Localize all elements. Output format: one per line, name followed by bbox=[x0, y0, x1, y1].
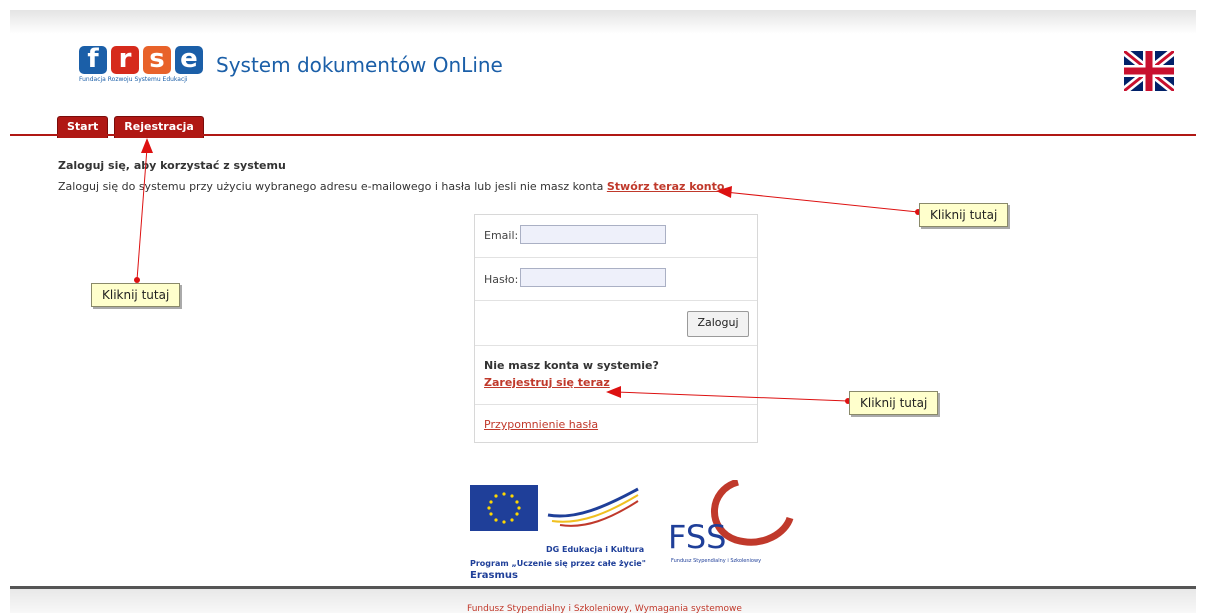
app-title: System dokumentów OnLine bbox=[216, 53, 503, 77]
no-account-text: Nie masz konta w systemie? bbox=[484, 359, 659, 372]
logo-tagline: Fundacja Rozwoju Systemu Edukacji bbox=[79, 76, 188, 83]
tabs-underline bbox=[10, 134, 1196, 136]
intro-text-body: Zaloguj się do systemu przy użyciu wybra… bbox=[58, 180, 607, 193]
eu-flag-icon bbox=[470, 485, 639, 531]
fss-logo: FSS Fundusz Stypendialny i Szkoleniowy bbox=[668, 478, 798, 570]
logo-letter-s: s bbox=[143, 46, 171, 74]
fss-wordmark: FSS bbox=[668, 518, 727, 556]
register-row: Nie masz konta w systemie? Zarejestruj s… bbox=[475, 346, 757, 405]
logo-letter-f: f bbox=[79, 46, 107, 74]
top-gradient-bar bbox=[10, 10, 1196, 34]
login-button[interactable]: Zaloguj bbox=[687, 311, 749, 337]
callout-register: Kliknij tutaj bbox=[849, 391, 939, 415]
arrow-line-create-account bbox=[724, 191, 919, 213]
password-row: Hasło: bbox=[475, 258, 757, 301]
eu-erasmus-logo: DG Edukacja i Kultura Program „Uczenie s… bbox=[470, 485, 646, 595]
erasmus-caption: Erasmus bbox=[470, 570, 518, 581]
submit-row: Zaloguj bbox=[475, 301, 757, 346]
page-heading: Zaloguj się, aby korzystać z systemu bbox=[58, 159, 286, 172]
create-account-link[interactable]: Stwórz teraz konto bbox=[607, 180, 725, 193]
frse-logo[interactable]: f r s e Fundacja Rozwoju Systemu Edukacj… bbox=[79, 46, 203, 83]
password-reminder-link[interactable]: Przypomnienie hasła bbox=[484, 418, 598, 431]
login-form: Email: Hasło: Zaloguj Nie masz konta w s… bbox=[474, 214, 758, 443]
email-field[interactable] bbox=[520, 225, 666, 244]
password-label: Hasło: bbox=[484, 273, 519, 286]
email-label: Email: bbox=[484, 229, 519, 242]
uk-flag-icon[interactable] bbox=[1124, 51, 1174, 91]
fss-caption: Fundusz Stypendialny i Szkoleniowy bbox=[671, 558, 762, 564]
arrowhead-icon bbox=[141, 138, 153, 153]
logo-letter-r: r bbox=[111, 46, 139, 74]
eu-program-caption: Program „Uczenie się przez całe życie" bbox=[470, 559, 646, 568]
callout-create-account: Kliknij tutaj bbox=[919, 203, 1009, 227]
email-row: Email: bbox=[475, 215, 757, 258]
password-field[interactable] bbox=[520, 268, 666, 287]
reminder-row: Przypomnienie hasła bbox=[475, 405, 757, 443]
eu-dg-caption: DG Edukacja i Kultura bbox=[546, 545, 645, 554]
register-link[interactable]: Zarejestruj się teraz bbox=[484, 376, 610, 389]
logo-letter-e: e bbox=[175, 46, 203, 74]
intro-text: Zaloguj się do systemu przy użyciu wybra… bbox=[58, 180, 724, 193]
callout-tabs: Kliknij tutaj bbox=[91, 283, 181, 307]
